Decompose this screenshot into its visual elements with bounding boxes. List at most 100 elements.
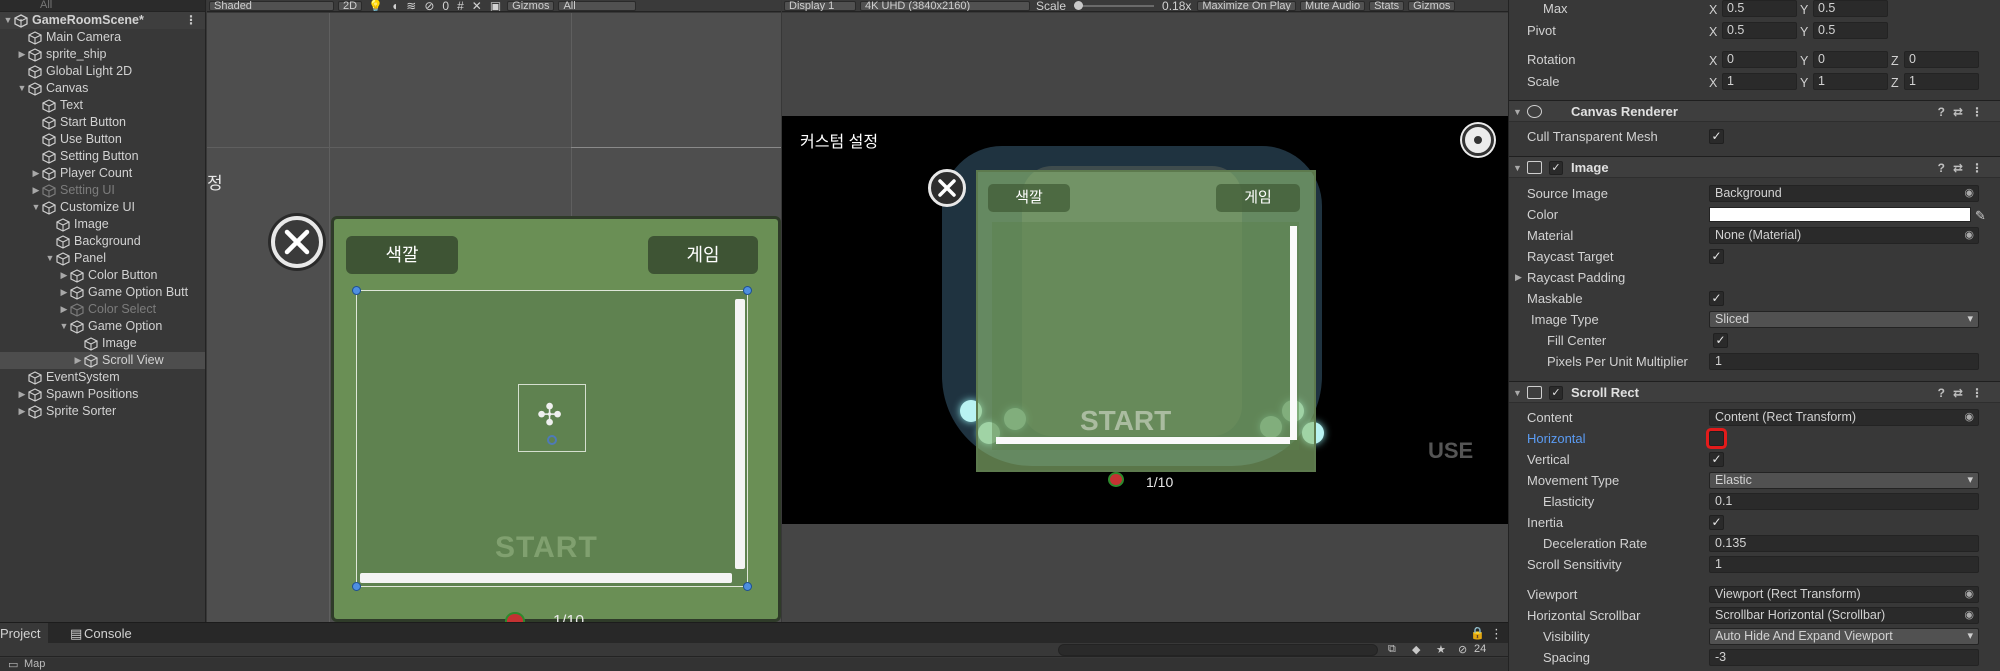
scene-search-input[interactable]: All [558,0,637,11]
maskable-checkbox[interactable]: ✓ [1709,291,1724,306]
tab-console[interactable]: Console [76,623,140,644]
expand-arrow-icon[interactable]: ▶ [58,267,70,284]
image-type-dropdown[interactable]: Sliced [1709,311,1979,328]
mute-audio-toggle[interactable]: Mute Audio [1300,0,1366,11]
hierarchy-item[interactable]: ▶ Game Option Butt [0,284,205,301]
hierarchy-item[interactable]: ▼ Canvas [0,80,205,97]
pivot-icon[interactable] [547,435,557,445]
lighting-icon[interactable]: 💡 [364,0,387,11]
material-field[interactable]: None (Material) [1709,227,1979,244]
canvas-renderer-header[interactable]: ▼ Canvas Renderer ?⇄⋮ [1509,100,2000,122]
expand-arrow-icon[interactable]: ▶ [1515,267,1522,288]
customize-panel[interactable]: 색깔 게임 START [976,170,1316,472]
fold-arrow-icon[interactable]: ▼ [1513,157,1522,179]
scale-y-field[interactable]: 1 [1813,73,1888,90]
hierarchy-item[interactable]: ▶ Color Button [0,267,205,284]
spacing-field[interactable]: -3 [1709,649,1979,666]
tab-color[interactable]: 색깔 [988,184,1070,212]
eyedropper-icon[interactable]: ✎ [1975,205,1986,226]
grid-icon[interactable]: # [453,0,468,11]
scene-root[interactable]: ▼ GameRoomScene* ⋮ [0,12,205,29]
visibility-icon[interactable]: ⊘ [420,0,438,11]
expand-arrow-icon[interactable]: ▼ [30,199,42,216]
project-search-input[interactable] [1058,644,1378,656]
audio-icon[interactable]: ◖ [387,0,402,11]
content-rect[interactable]: ✣ [518,384,586,452]
maximize-on-play-toggle[interactable]: Maximize On Play [1197,0,1297,11]
component-tools-icons[interactable]: ?⇄⋮ [1938,101,1991,123]
rotation-y-field[interactable]: 0 [1813,51,1888,68]
toggle-2d-button[interactable]: 2D [338,0,363,11]
rect-handle[interactable] [352,582,361,591]
hierarchy-item[interactable]: ▶ Spawn Positions [0,386,205,403]
color-swatch[interactable] [1709,207,1971,222]
horizontal-checkbox[interactable] [1709,431,1724,446]
scroll-sensitivity-field[interactable]: 1 [1709,556,1979,573]
component-tools-icons[interactable]: ?⇄⋮ [1938,157,1991,179]
shading-dropdown[interactable]: Shaded [209,0,334,11]
folder-label[interactable]: Map [24,658,45,670]
visibility-dropdown[interactable]: Auto Hide And Expand Viewport [1709,628,1979,645]
camera-icon[interactable]: ▣ [486,0,505,11]
resolution-dropdown[interactable]: 4K UHD (3840x2160) [860,0,1030,11]
rotation-z-field[interactable]: 0 [1904,51,1979,68]
tab-game[interactable]: 게임 [1216,184,1300,212]
hierarchy-item[interactable]: ▶ Color Select [0,301,205,318]
hierarchy-item[interactable]: ▼ Game Option [0,318,205,335]
filter-type-icon[interactable]: ⧉ [1388,643,1396,656]
display-dropdown[interactable]: Display 1 [784,0,856,11]
hierarchy-item[interactable]: Setting Button [0,148,205,165]
expand-arrow-icon[interactable]: ▶ [72,352,84,369]
hierarchy-item[interactable]: ▶ Setting UI [0,182,205,199]
hierarchy-item[interactable]: EventSystem [0,369,205,386]
move-tool-icon[interactable]: ✣ [537,401,562,431]
vertical-scrollbar[interactable] [735,299,745,569]
customize-panel[interactable]: 색깔 게임 START ✣ [331,216,781,622]
settings-button[interactable] [1462,124,1494,156]
vertical-checkbox[interactable]: ✓ [1709,452,1724,467]
horizontal-scrollbar[interactable] [360,573,732,583]
rect-handle[interactable] [743,582,752,591]
raycast-padding-row[interactable]: ▶ Raycast Padding [1509,267,2000,288]
expand-arrow-icon[interactable]: ▶ [30,182,42,199]
scale-x-field[interactable]: 1 [1722,73,1797,90]
fill-center-checkbox[interactable]: ✓ [1713,333,1728,348]
source-image-field[interactable]: Background [1709,185,1979,202]
expand-arrow-icon[interactable]: ▶ [16,386,28,403]
raycast-target-checkbox[interactable]: ✓ [1709,249,1724,264]
hierarchy-item[interactable]: ▶ Scroll View [0,352,205,369]
max-y-field[interactable]: 0.5 [1813,0,1888,17]
tools-icon[interactable]: ✕ [468,0,486,11]
expand-arrow-icon[interactable]: ▼ [58,318,70,335]
scene-view[interactable]: 정 색깔 게임 START ✣ 1/10 [207,13,781,622]
tab-project[interactable]: Project [0,623,49,644]
collapse-arrow-icon[interactable]: ▼ [2,12,14,29]
component-enabled-checkbox[interactable]: ✓ [1549,386,1563,400]
hierarchy-item[interactable]: Background [0,233,205,250]
label-icon[interactable]: ◆ [1412,643,1420,656]
expand-arrow-icon[interactable]: ▼ [44,250,56,267]
scroll-rect-header[interactable]: ▼ ✓ Scroll Rect ?⇄⋮ [1509,381,2000,403]
deceleration-field[interactable]: 0.135 [1709,535,1979,552]
game-screen[interactable]: 커스텀 설정 색깔 게임 START 1/10 USE [782,116,1508,524]
expand-arrow-icon[interactable]: ▼ [16,80,28,97]
hierarchy-search[interactable]: All [0,0,205,12]
scene-gizmos-dropdown[interactable]: Gizmos [507,0,555,11]
image-component-header[interactable]: ▼ ✓ Image ?⇄⋮ [1509,156,2000,178]
scroll-view[interactable]: START [992,222,1299,450]
hierarchy-item[interactable]: ▶ sprite_ship [0,46,205,63]
hierarchy-item[interactable]: Global Light 2D [0,63,205,80]
scroll-view-rect[interactable]: START ✣ [352,286,752,591]
tab-game[interactable]: 게임 [648,236,758,274]
hierarchy-item[interactable]: ▶ Sprite Sorter [0,403,205,420]
stats-toggle[interactable]: Stats [1369,0,1405,11]
more-menu-icon[interactable]: ⋮ [1482,623,1511,644]
hierarchy-item[interactable]: Main Camera [0,29,205,46]
expand-arrow-icon[interactable]: ▶ [16,46,28,63]
fold-arrow-icon[interactable]: ▼ [1513,101,1522,123]
hierarchy-item[interactable]: ▶ Player Count [0,165,205,182]
pivot-y-field[interactable]: 0.5 [1813,22,1888,39]
rect-handle[interactable] [352,286,361,295]
hierarchy-item[interactable]: Image [0,216,205,233]
more-menu-icon[interactable]: ⋮ [185,12,197,29]
